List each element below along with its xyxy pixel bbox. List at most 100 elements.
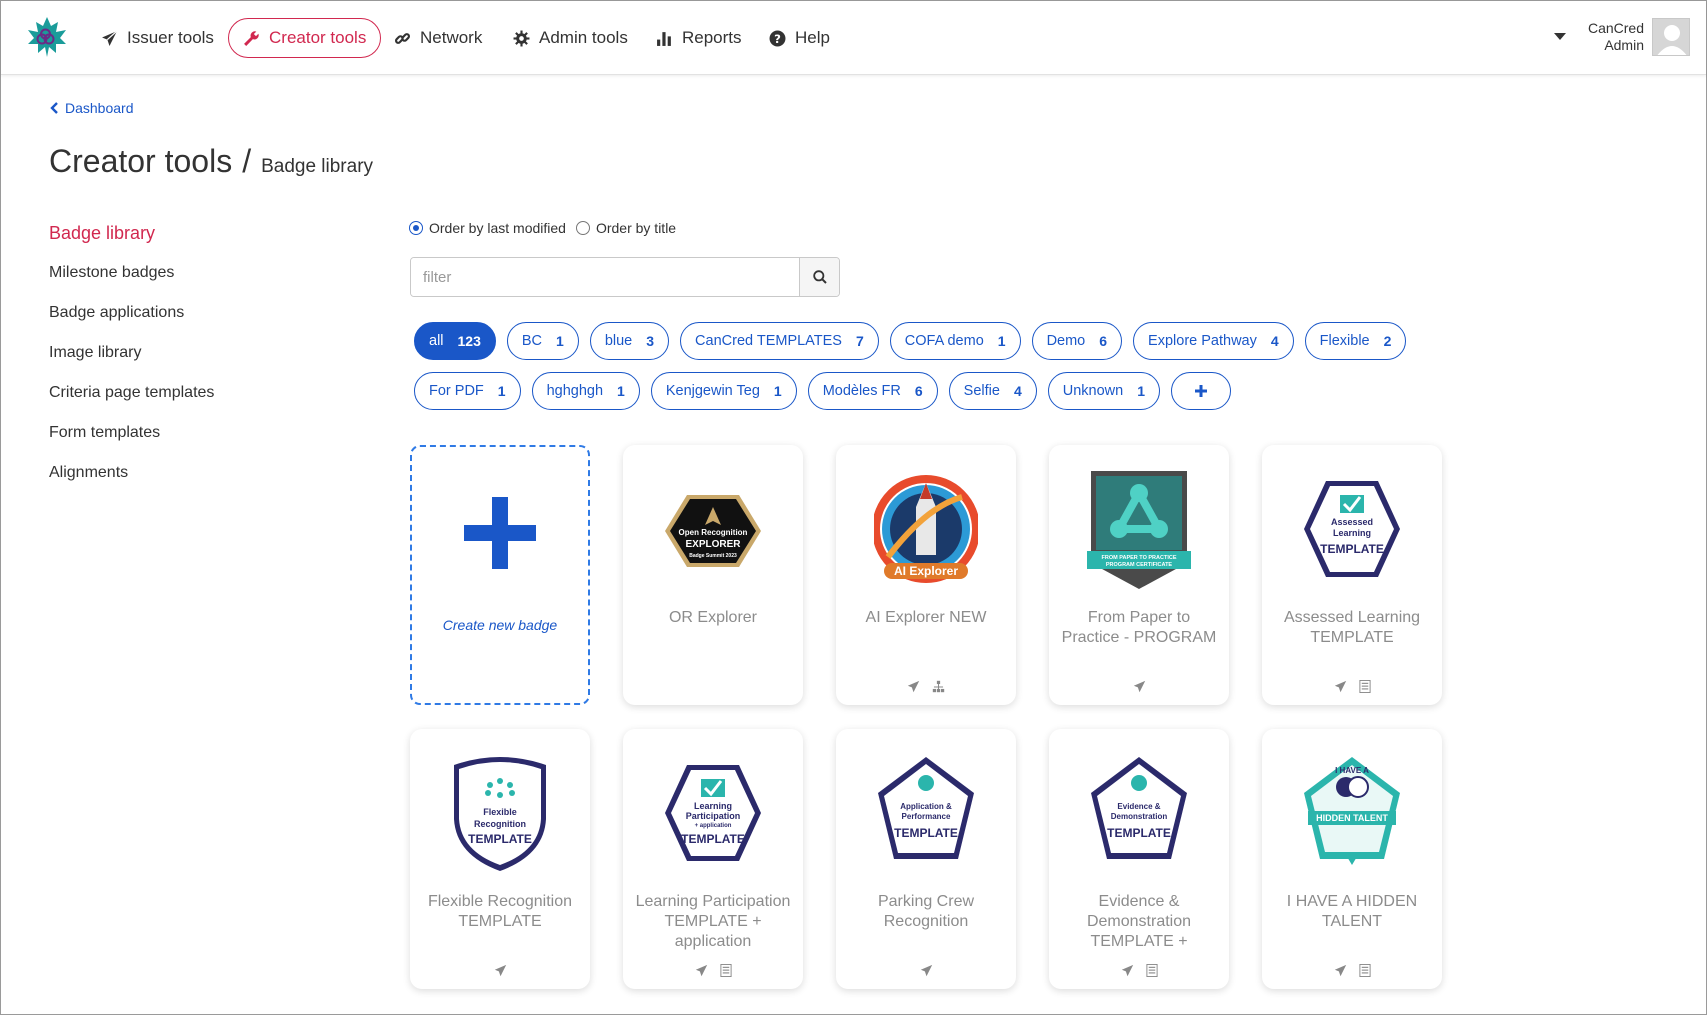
tag-blue[interactable]: blue 3 xyxy=(589,322,670,360)
add-tag-button[interactable] xyxy=(1170,372,1231,410)
radio-circle[interactable] xyxy=(575,221,590,235)
create-new-badge-card[interactable]: Create new badge xyxy=(410,445,590,705)
send-icon[interactable] xyxy=(1334,680,1347,693)
badge-card[interactable]: Learning Participation + application TEMPLA… xyxy=(623,729,803,989)
list-icon[interactable] xyxy=(1358,964,1371,977)
tag-count: 6 xyxy=(1099,333,1108,349)
tag-cancred-templates[interactable]: CanCred TEMPLATES 7 xyxy=(680,322,879,360)
page-subtitle: Badge library xyxy=(261,156,374,177)
send-icon[interactable] xyxy=(695,964,708,977)
badge-card[interactable]: FROM PAPER TO PRACTICE PROGRAM CERTIFICA… xyxy=(1049,445,1229,705)
tag-label: Selfie xyxy=(963,383,1000,399)
tag-label: Explore Pathway xyxy=(1148,333,1257,349)
sitemap-icon[interactable] xyxy=(932,680,945,693)
tag-label: hghghgh xyxy=(546,383,604,399)
plus-icon xyxy=(464,497,536,569)
nav-reports[interactable]: Reports xyxy=(644,18,754,58)
nav-creator-tools[interactable]: Creator tools xyxy=(228,18,382,58)
tag-count: 4 xyxy=(1013,383,1022,399)
badge-art-text: I HAVE A xyxy=(1335,766,1369,775)
send-icon[interactable] xyxy=(1121,964,1134,977)
sidebar-item-form-templates[interactable]: Form templates xyxy=(49,422,214,462)
gear-icon xyxy=(513,30,530,46)
nav-help[interactable]: ? Help xyxy=(757,18,842,58)
sidebar-item-milestone-badges[interactable]: Milestone badges xyxy=(49,262,214,302)
nav-issuer-tools[interactable]: Issuer tools xyxy=(89,18,226,58)
tag-demo[interactable]: Demo 6 xyxy=(1031,322,1123,360)
radio-circle[interactable] xyxy=(409,221,423,235)
badge-card[interactable]: Assessed Learning TEMPLATE Assessed Learni… xyxy=(1262,445,1442,705)
sidebar-item-alignments[interactable]: Alignments xyxy=(49,462,214,502)
page-title-separator: / xyxy=(242,143,252,179)
badge-art-text: FROM PAPER TO PRACTICE xyxy=(1102,555,1177,561)
badge-art-text: TEMPLATE xyxy=(681,832,745,846)
send-icon[interactable] xyxy=(920,964,933,977)
order-by-title-radio[interactable]: Order by title xyxy=(575,220,676,236)
nav-admin-tools[interactable]: Admin tools xyxy=(501,18,640,58)
page-title-main: Creator tools xyxy=(49,143,233,179)
tag-unknown[interactable]: Unknown 1 xyxy=(1047,372,1160,410)
tag-count: 1 xyxy=(1137,383,1145,399)
sidebar-item-badge-library[interactable]: Badge library xyxy=(49,222,214,262)
badge-title: OR Explorer xyxy=(668,609,758,626)
list-icon[interactable] xyxy=(1358,680,1371,693)
badge-actions xyxy=(836,964,1016,977)
badge-card[interactable]: Evidence & Demonstration TEMPLATE Evidence… xyxy=(1049,729,1229,989)
cancred-logo[interactable] xyxy=(25,15,69,59)
tag-cofa-demo[interactable]: COFA demo 1 xyxy=(889,322,1021,360)
order-by-last-modified-radio[interactable]: Order by last modified xyxy=(409,220,566,236)
tag-explore-pathway[interactable]: Explore Pathway 4 xyxy=(1133,322,1294,360)
sidebar-item-badge-applications[interactable]: Badge applications xyxy=(49,302,214,342)
badge-image: Flexible Recognition TEMPLATE xyxy=(454,757,546,871)
badge-art-text: Badge Summit 2023 xyxy=(689,553,737,559)
badge-card[interactable]: Flexible Recognition TEMPLATE Flexible Rec… xyxy=(410,729,590,989)
badge-art-text: + application xyxy=(695,823,732,829)
tag-count: 2 xyxy=(1383,333,1392,349)
send-icon[interactable] xyxy=(1334,964,1347,977)
badge-image: AssessedLearning TEMPLATE xyxy=(1304,481,1400,577)
radio-label: Order by last modified xyxy=(429,220,566,236)
tag-for-pdf[interactable]: For PDF 1 xyxy=(414,372,521,410)
tag-all[interactable]: all 123 xyxy=(414,322,496,360)
avatar[interactable] xyxy=(1652,18,1690,56)
tag-count: 1 xyxy=(556,333,564,349)
plus-icon xyxy=(1194,385,1207,397)
question-icon: ? xyxy=(769,30,786,46)
badge-card[interactable]: AI Explorer AI Explorer NEW xyxy=(836,445,1016,705)
tag-bc[interactable]: BC 1 xyxy=(506,322,579,360)
badge-grid: Create new badge Open Recognition EXPLORE… xyxy=(410,445,1442,989)
badge-art-text: Recognition xyxy=(474,819,526,829)
badge-card[interactable]: I HAVE A HIDDEN TALENT I HAVE A HIDDEN T… xyxy=(1262,729,1442,989)
list-icon[interactable] xyxy=(1145,964,1158,977)
breadcrumb[interactable]: Dashboard xyxy=(50,100,134,116)
badge-image: Application &Performance TEMPLATE xyxy=(878,757,974,859)
caret-down-icon[interactable] xyxy=(1554,33,1566,41)
tag-kenjgewin-teg[interactable]: Kenjgewin Teg 1 xyxy=(650,372,797,410)
sidebar-item-criteria-page-templates[interactable]: Criteria page templates xyxy=(49,382,214,422)
tag-flexible[interactable]: Flexible 2 xyxy=(1304,322,1407,360)
badge-title: Learning Participation TEMPLATE + applic… xyxy=(635,893,791,950)
tag-selfie[interactable]: Selfie 4 xyxy=(948,372,1037,410)
tag-hghghgh[interactable]: hghghgh 1 xyxy=(531,372,640,410)
tag-mod-les-fr[interactable]: Modèles FR 6 xyxy=(807,372,938,410)
badge-image: LearningParticipation + application TEMPLA… xyxy=(665,765,761,861)
filter-input[interactable] xyxy=(411,258,799,296)
send-icon[interactable] xyxy=(494,964,507,977)
sidebar-item-image-library[interactable]: Image library xyxy=(49,342,214,382)
badge-actions xyxy=(1049,964,1229,977)
tag-count: 3 xyxy=(646,333,655,349)
send-icon[interactable] xyxy=(1133,680,1146,693)
nav-network[interactable]: Network xyxy=(382,18,494,58)
user-menu[interactable]: CanCred Admin xyxy=(1588,20,1644,54)
breadcrumb-dashboard-link[interactable]: Dashboard xyxy=(65,100,134,116)
list-icon[interactable] xyxy=(719,964,732,977)
badge-art-text: Assessed xyxy=(1331,517,1373,527)
order-options: Order by last modified Order by title xyxy=(409,220,676,236)
badge-art-text: Performance xyxy=(902,812,951,821)
send-icon[interactable] xyxy=(907,680,920,693)
badge-title: I HAVE A HIDDEN TALENT xyxy=(1286,893,1418,930)
filter-search-button[interactable] xyxy=(799,258,839,296)
tag-label: COFA demo xyxy=(904,333,984,349)
badge-card[interactable]: Open Recognition EXPLORER Badge Summit 202… xyxy=(623,445,803,705)
badge-card[interactable]: Application & Performance TEMPLATE Parking… xyxy=(836,729,1016,989)
